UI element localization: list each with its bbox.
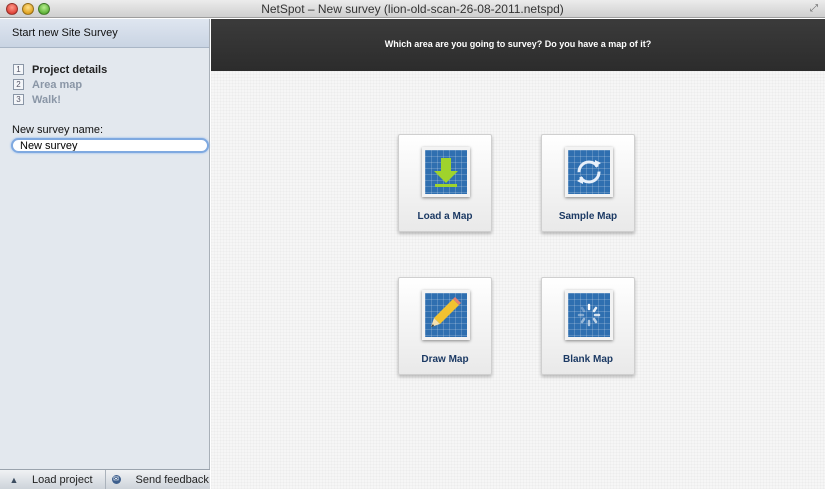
main-panel: Which area are you going to survey? Do y… — [211, 19, 825, 489]
blank-map-label: Blank Map — [562, 354, 613, 365]
send-feedback-label: Send feedback — [135, 473, 209, 486]
load-map-label: Load a Map — [417, 211, 473, 222]
pencil-icon — [422, 290, 470, 340]
feedback-icon: ✉ — [111, 475, 121, 484]
title-bar: NetSpot – New survey (lion-old-scan-26-0… — [0, 0, 825, 18]
step-project-details[interactable]: 1 Project details — [13, 62, 197, 77]
step-label: Walk! — [32, 93, 61, 106]
sample-map-tile[interactable]: Sample Map — [541, 134, 635, 232]
window-title: NetSpot – New survey (lion-old-scan-26-0… — [261, 2, 564, 16]
sample-map-label: Sample Map — [558, 211, 618, 222]
step-number: 3 — [13, 94, 24, 105]
eject-icon: ▲ — [9, 474, 19, 485]
survey-name-label: New survey name: — [12, 124, 104, 136]
step-walk[interactable]: 3 Walk! — [13, 92, 197, 107]
steps-list: 1 Project details 2 Area map 3 Walk! — [0, 48, 209, 107]
draw-map-tile[interactable]: Draw Map — [398, 277, 492, 375]
send-feedback-button[interactable]: ✉ Send feedback — [104, 470, 211, 489]
draw-map-label: Draw Map — [421, 354, 469, 365]
load-project-button[interactable]: ▲ Load project — [0, 470, 105, 489]
refresh-icon — [565, 147, 613, 197]
sidebar-footer: ▲ Load project ✉ Send feedback — [0, 469, 210, 489]
step-label: Project details — [32, 63, 108, 76]
survey-name-input[interactable] — [11, 138, 209, 153]
sidebar: Start new Site Survey 1 Project details … — [0, 19, 210, 489]
question-header: Which area are you going to survey? Do y… — [211, 19, 825, 71]
download-arrow-icon — [422, 147, 470, 197]
step-label: Area map — [32, 78, 83, 91]
fullscreen-icon[interactable]: ⤢ — [808, 3, 820, 15]
step-area-map[interactable]: 2 Area map — [13, 77, 197, 92]
step-number: 2 — [13, 79, 24, 90]
load-project-label: Load project — [32, 473, 93, 486]
spinner-icon — [565, 290, 613, 340]
blank-map-tile[interactable]: Blank Map — [541, 277, 635, 375]
step-number: 1 — [13, 64, 24, 75]
load-map-tile[interactable]: Load a Map — [398, 134, 492, 232]
sidebar-header: Start new Site Survey — [0, 19, 209, 48]
